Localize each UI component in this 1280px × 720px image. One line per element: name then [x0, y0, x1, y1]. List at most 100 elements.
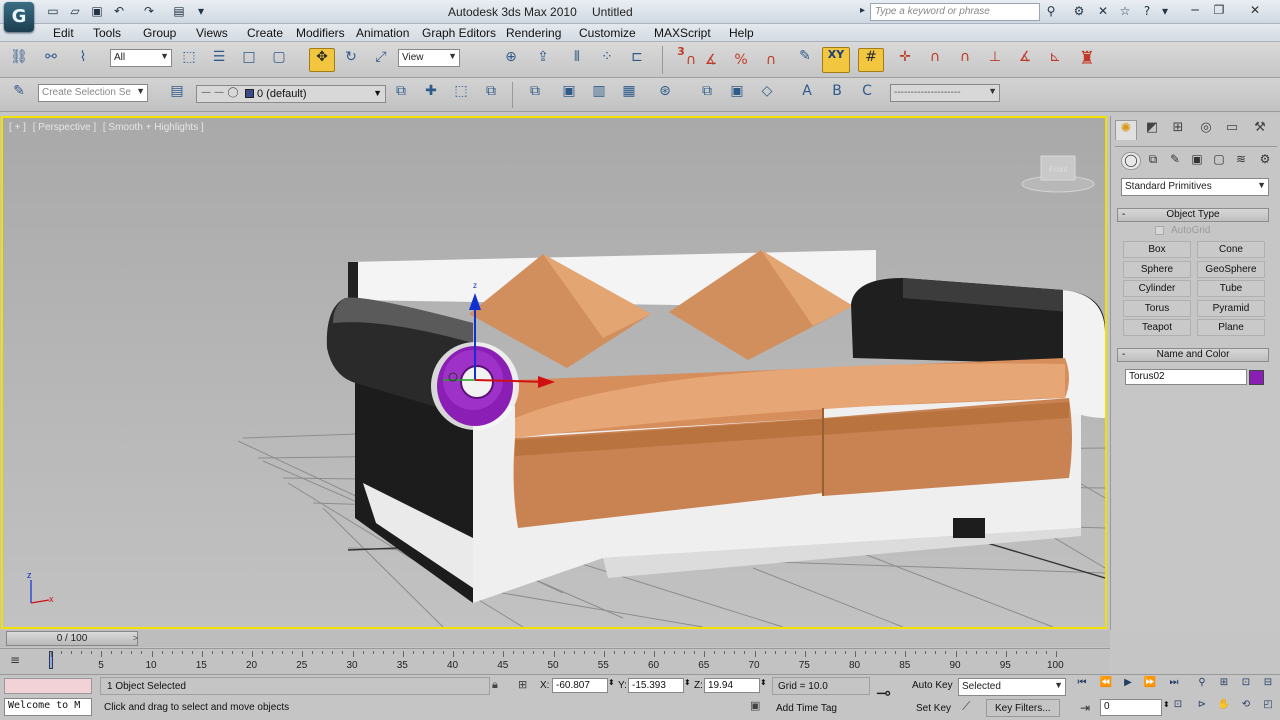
manipulate-icon[interactable]: ⇪ — [532, 49, 554, 71]
box-button[interactable]: Box — [1123, 241, 1191, 258]
set-key-icon[interactable]: ⊸ — [876, 683, 891, 704]
search-binoculars-icon[interactable]: ⚲ — [1042, 4, 1060, 20]
menu-customize[interactable]: Customize — [579, 26, 636, 40]
x-spinner-icon[interactable]: ⬍ — [608, 678, 615, 687]
zoom-extents-all-icon[interactable]: ⊟ — [1258, 677, 1278, 693]
current-frame-field[interactable]: 0 — [1100, 699, 1162, 716]
material-editor-icon[interactable]: ∩ — [954, 49, 976, 71]
field-of-view-icon[interactable]: ⊳ — [1192, 699, 1212, 715]
quick-access-dropdown-icon[interactable]: ▾ — [192, 4, 210, 20]
named-selection-set-dropdown[interactable]: Create Selection Se ▼ — [38, 84, 148, 102]
maxscript-mini-listener[interactable]: Welcome to M — [4, 698, 92, 716]
play-icon[interactable]: ▶ — [1118, 677, 1138, 693]
primitive-category-dropdown[interactable]: Standard Primitives ▼ — [1121, 178, 1269, 196]
set-key-button[interactable]: Set Key — [916, 703, 951, 714]
viewcube[interactable]: Front — [1021, 155, 1095, 193]
select-and-rotate-icon[interactable]: ↻ — [340, 49, 362, 71]
render-setup-icon[interactable]: ⊥ — [984, 49, 1006, 71]
search-input[interactable]: Type a keyword or phrase — [870, 3, 1040, 21]
select-object-icon[interactable]: ⬚ — [178, 49, 200, 71]
redo-icon[interactable]: ↷ — [140, 4, 158, 20]
axis-constraint-xy[interactable]: XY — [822, 47, 850, 73]
brush-a-icon[interactable]: A — [796, 83, 818, 105]
torus-button[interactable]: Torus — [1123, 300, 1191, 317]
next-frame-button-icon[interactable]: ⏩ — [1140, 677, 1160, 693]
autogrid-checkbox[interactable] — [1155, 226, 1164, 235]
create-tab-icon[interactable]: ✺ — [1115, 120, 1137, 140]
layer-manager-icon-2[interactable]: ⧉ — [524, 83, 546, 105]
mini-curve-editor-icon[interactable]: ≡ — [10, 653, 20, 667]
reference-coordinate-dropdown[interactable]: View ▼ — [398, 49, 460, 67]
layer-dropdown[interactable]: — — ◯ 0 (default) ▼ — [196, 85, 386, 103]
geosphere-button[interactable]: GeoSphere — [1197, 261, 1265, 278]
menu-edit[interactable]: Edit — [53, 26, 74, 40]
x-coordinate-field[interactable]: -60.807 — [552, 678, 608, 693]
percent-snap-icon[interactable]: % — [730, 52, 752, 74]
z-coordinate-field[interactable]: 19.94 — [704, 678, 760, 693]
select-in-layer-icon[interactable]: ⬚ — [450, 83, 472, 105]
application-menu-button[interactable]: G — [4, 2, 34, 32]
menu-rendering[interactable]: Rendering — [506, 26, 561, 40]
name-and-color-rollout[interactable]: - Name and Color — [1117, 348, 1269, 362]
set-current-layer-icon[interactable]: ⧉ — [480, 83, 502, 105]
go-to-start-icon[interactable]: ⏮ — [1072, 677, 1092, 693]
utilities-tab-icon[interactable]: ⚒ — [1249, 120, 1271, 140]
minimize-icon[interactable]: ─ — [1184, 2, 1206, 18]
zoom-all-icon[interactable]: ⊞ — [1214, 677, 1234, 693]
help-dropdown-icon[interactable]: ▾ — [1156, 4, 1174, 20]
transform-gizmo-icon[interactable]: # — [858, 48, 884, 72]
brush-b-icon[interactable]: B — [826, 83, 848, 105]
quick-render-icon[interactable]: ⊾ — [1044, 49, 1066, 71]
schematic-view-icon[interactable]: ∩ — [924, 49, 946, 71]
spinner-snap-icon[interactable]: ∩ — [760, 52, 782, 74]
systems-category-icon[interactable]: ⚙ — [1255, 152, 1275, 170]
tube-button[interactable]: Tube — [1197, 280, 1265, 297]
z-spinner-icon[interactable]: ⬍ — [760, 678, 767, 687]
table-icon[interactable]: ▦ — [618, 83, 640, 105]
array-icon[interactable]: ⁘ — [596, 49, 618, 71]
project-folder-icon[interactable]: ▤ — [170, 4, 188, 20]
maximize-viewport-icon[interactable]: ◰ — [1258, 699, 1278, 715]
object-type-rollout[interactable]: - Object Type — [1117, 208, 1269, 222]
orbit-icon[interactable]: ⟲ — [1236, 699, 1256, 715]
layer-manager-icon[interactable]: ▤ — [166, 83, 188, 105]
communication-center-icon[interactable]: ✕ — [1094, 4, 1112, 20]
menu-tools[interactable]: Tools — [93, 26, 121, 40]
select-by-name-icon[interactable]: ☰ — [208, 49, 230, 71]
perspective-viewport[interactable]: [ + ] [ Perspective ] [ Smooth + Highlig… — [1, 116, 1107, 629]
object-name-field[interactable]: Torus02 — [1125, 369, 1247, 385]
bind-space-warp-icon[interactable]: ⌇ — [72, 49, 94, 71]
menu-create[interactable]: Create — [247, 26, 283, 40]
time-slider-thumb[interactable]: 0 / 100 > — [6, 631, 138, 646]
cameras-category-icon[interactable]: ▣ — [1187, 152, 1207, 170]
favorites-icon[interactable]: ☆ — [1116, 4, 1134, 20]
rectangular-selection-icon[interactable]: □ — [238, 49, 260, 71]
selection-lock-icon[interactable]: 🔒︎ — [492, 678, 498, 692]
key-filters-button[interactable]: Key Filters... — [986, 699, 1060, 717]
hierarchy-tab-icon[interactable]: ⊞ — [1167, 120, 1189, 140]
add-to-layer-icon[interactable]: ✚ — [420, 83, 442, 105]
menu-help[interactable]: Help — [729, 26, 754, 40]
maxscript-mini-listener-top[interactable] — [4, 678, 92, 694]
sphere-button[interactable]: Sphere — [1123, 261, 1191, 278]
subscription-icon[interactable]: ⚙ — [1070, 4, 1088, 20]
new-file-icon[interactable]: ▭ — [44, 4, 62, 20]
auto-key-button[interactable]: Auto Key — [912, 680, 953, 691]
display-tab-icon[interactable]: ▭ — [1221, 120, 1243, 140]
select-and-move-icon[interactable]: ✥ — [309, 48, 335, 72]
menu-maxscript[interactable]: MAXScript — [654, 26, 711, 40]
key-tangent-icon[interactable]: ⟋ — [962, 699, 970, 714]
brush-c-icon[interactable]: C — [856, 83, 878, 105]
named-selection-icon[interactable]: ✎ — [794, 48, 816, 70]
pivot-center-icon[interactable]: ⊕ — [500, 49, 522, 71]
mirror-icon[interactable]: ⫴ — [566, 49, 588, 71]
space-warps-category-icon[interactable]: ≋ — [1231, 152, 1251, 170]
create-layer-icon[interactable]: ⧉ — [390, 83, 412, 105]
key-mode-toggle-icon[interactable]: ⇥ — [1080, 701, 1090, 715]
zoom-extents-icon[interactable]: ⊡ — [1236, 677, 1256, 693]
track-bar[interactable]: ≡ 5 10 15 20 25 30 35 40 45 50 55 60 65 70 75 80 85 90 95 1… — [0, 648, 1110, 674]
viewport-layout-icon[interactable]: ⊛ — [654, 83, 676, 105]
curve-editor-icon[interactable]: ✛ — [894, 49, 916, 71]
previous-frame-icon[interactable]: ⏪ — [1096, 677, 1116, 693]
teapot-button[interactable]: Teapot — [1123, 319, 1191, 336]
